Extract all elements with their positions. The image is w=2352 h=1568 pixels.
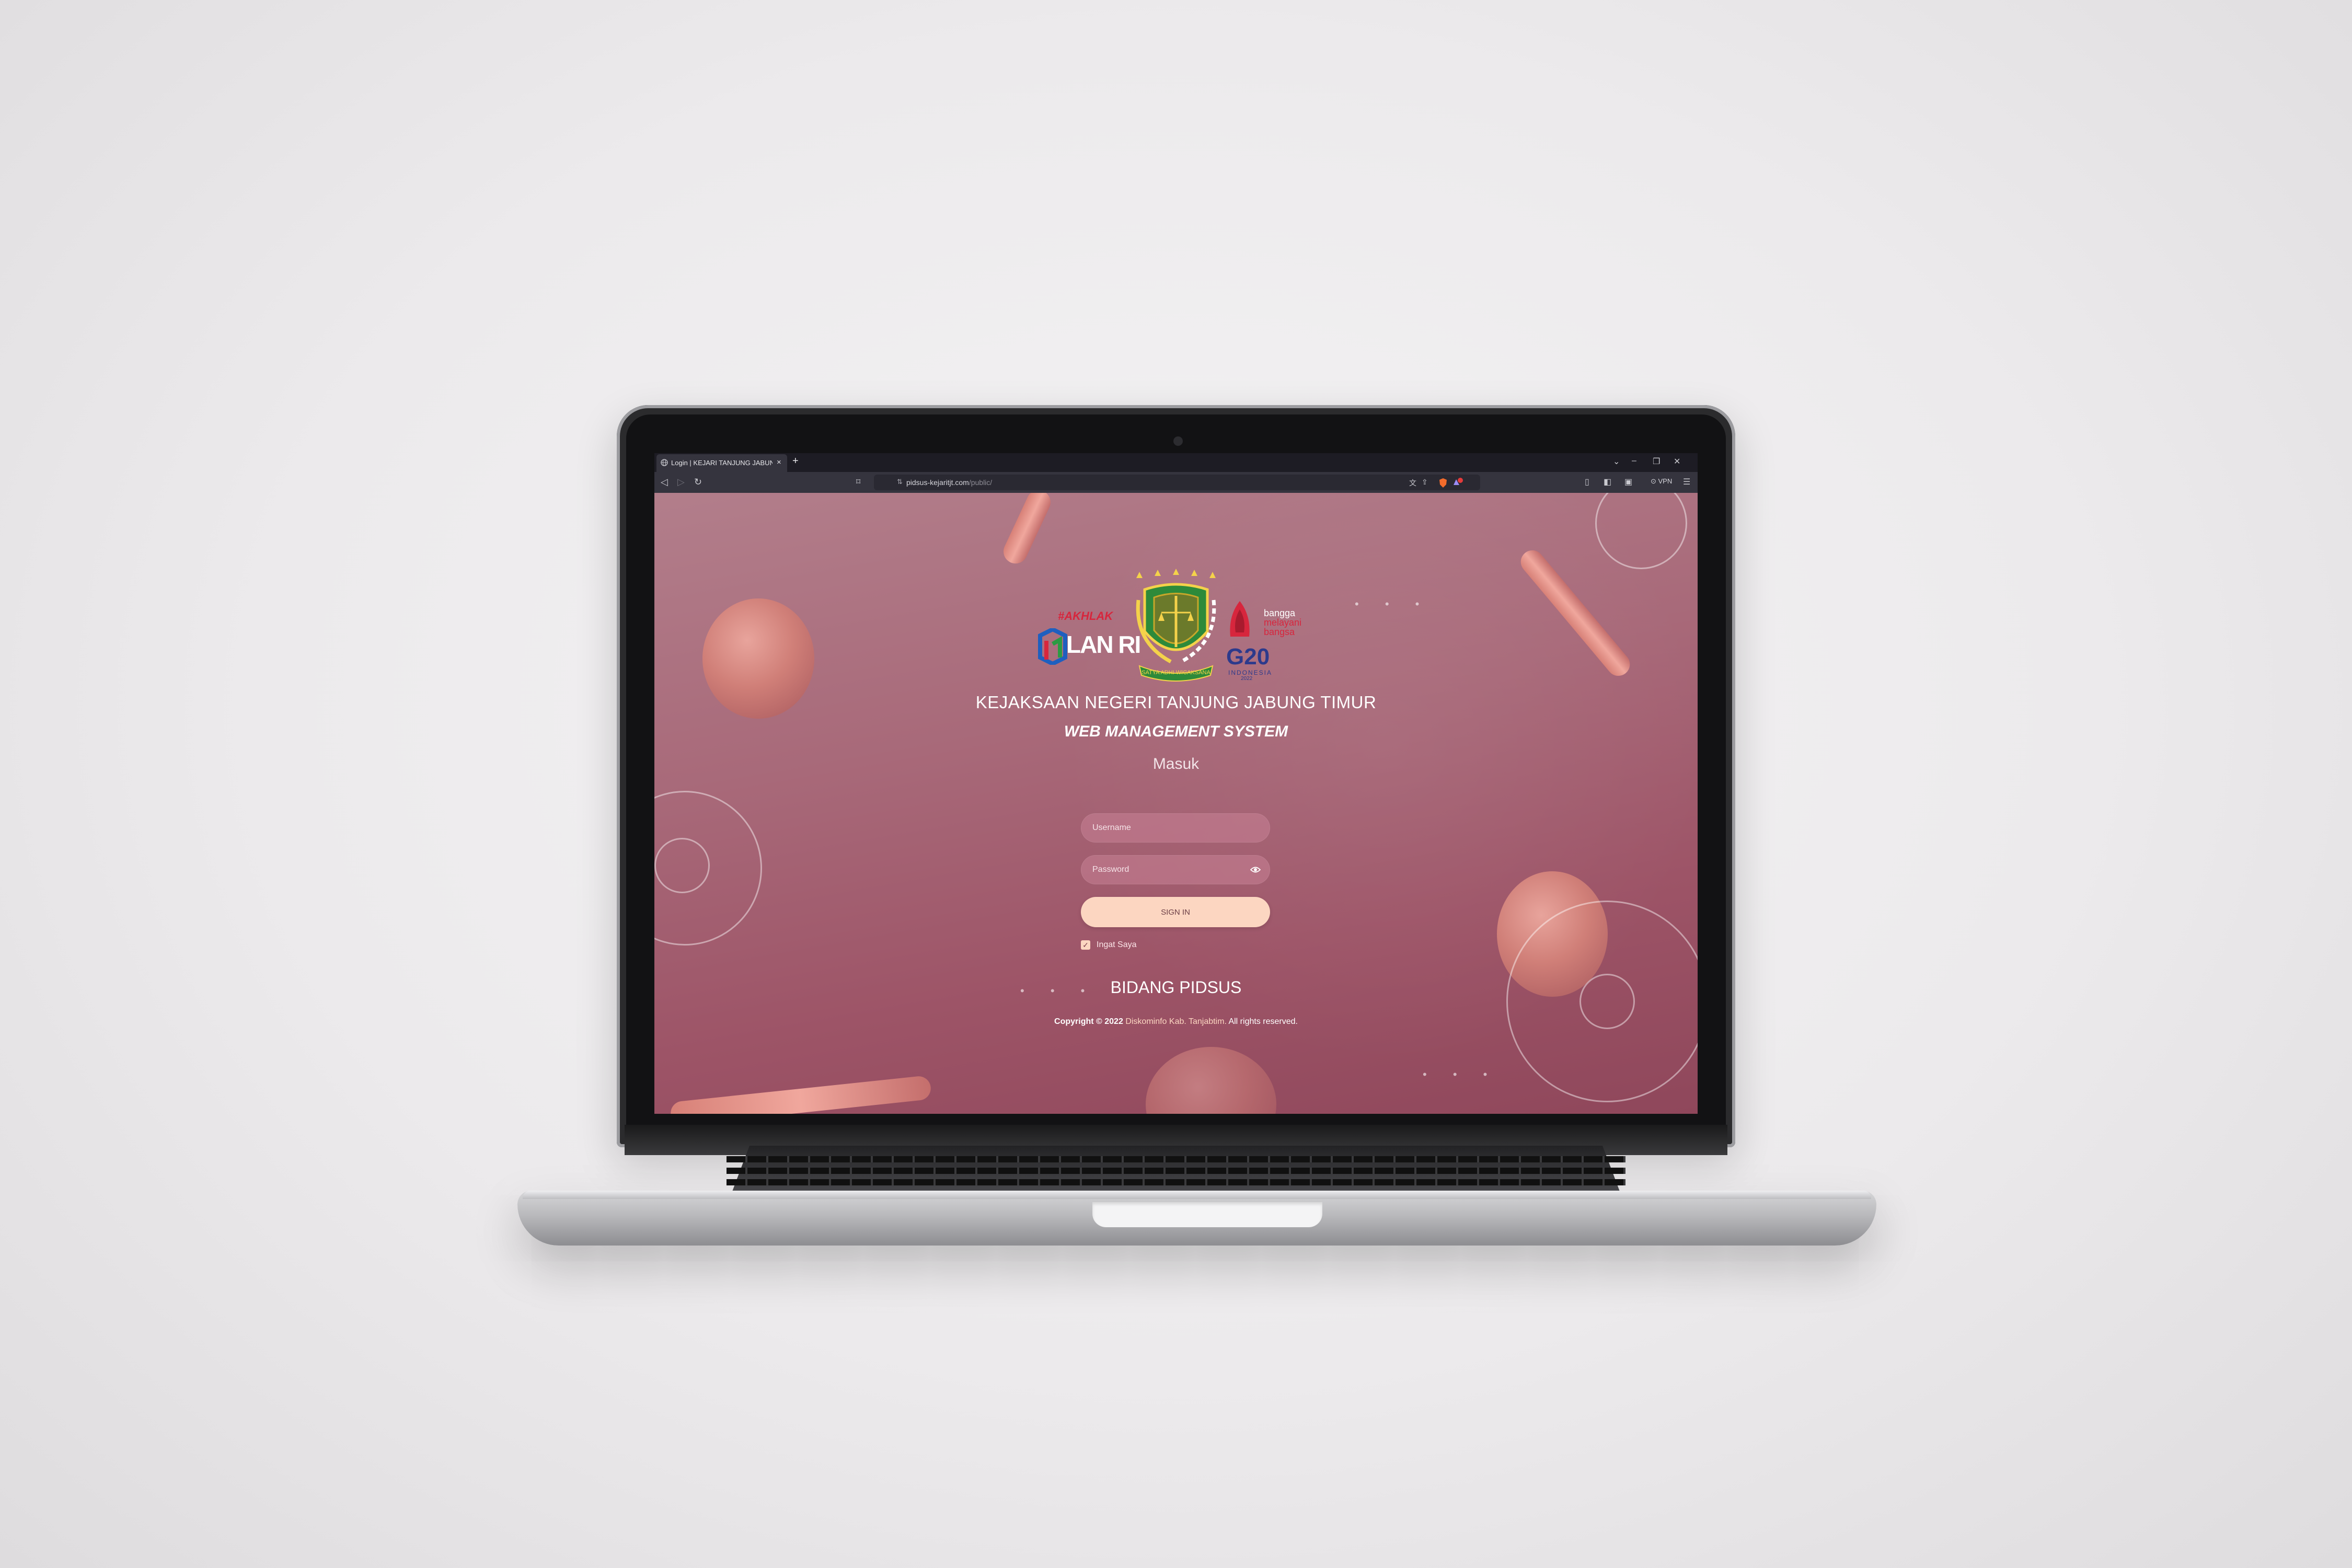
logo-row: #AKHLAK LAN RI SATYA ADHI WICAKSANA bang… xyxy=(654,569,1698,684)
copyright-text: Copyright © 2022 Diskominfo Kab. Tanjabt… xyxy=(654,1017,1698,1027)
url-text: pidsus-kejaritjt.com/public/ xyxy=(906,478,992,487)
g20-country: INDONESIA xyxy=(1228,669,1273,676)
minimize-icon[interactable]: – xyxy=(1632,456,1636,466)
browser-toolbar: ◁ ▷ ↻ ⌑ ⇅ pidsus-kejaritjt.com/public/ 文… xyxy=(654,472,1698,493)
decor-rod xyxy=(999,493,1055,568)
decor-rod xyxy=(669,1075,932,1114)
decor-ring xyxy=(654,838,710,893)
laptop-screen: Login | KEJARI TANJUNG JABUNG × + ⌄ – ❐ … xyxy=(654,453,1698,1114)
browser-tab[interactable]: Login | KEJARI TANJUNG JABUNG × xyxy=(656,454,787,472)
sign-in-button[interactable]: SIGN IN xyxy=(1081,897,1270,927)
password-input[interactable] xyxy=(1081,855,1270,884)
translate-icon[interactable]: 文 xyxy=(1409,478,1416,488)
copyright-suffix: All rights reserved. xyxy=(1228,1017,1298,1026)
back-icon[interactable]: ◁ xyxy=(661,477,668,488)
copyright-prefix: Copyright © 2022 xyxy=(1054,1017,1123,1026)
keyboard-row xyxy=(727,1156,1625,1162)
tagline-line1: bangga xyxy=(1264,608,1296,618)
keyboard-row xyxy=(727,1179,1625,1185)
browser-tab-bar: Login | KEJARI TANJUNG JABUNG × + ⌄ – ❐ … xyxy=(654,453,1698,472)
tab-title: Login | KEJARI TANJUNG JABUNG xyxy=(671,459,773,467)
lan-ri-logo: #AKHLAK LAN RI xyxy=(1037,609,1141,667)
gunungan-icon xyxy=(1230,601,1250,637)
forward-icon[interactable]: ▷ xyxy=(677,477,685,488)
close-window-icon[interactable]: ✕ xyxy=(1674,456,1680,467)
tagline-line2: melayani xyxy=(1264,617,1302,628)
eye-icon[interactable] xyxy=(1250,865,1261,874)
brave-shield-icon[interactable] xyxy=(1438,478,1448,488)
site-info-icon[interactable]: ⇅ xyxy=(897,478,903,486)
remember-label: Ingat Saya xyxy=(1097,940,1137,949)
institution-name: KEJAKSAAN NEGERI TANJUNG JABUNG TIMUR xyxy=(975,693,1377,712)
webcam xyxy=(1173,436,1183,446)
extensions-icon[interactable]: ▯ xyxy=(1585,477,1589,487)
lan-cube-icon xyxy=(1038,628,1067,665)
restore-icon[interactable]: ❐ xyxy=(1653,456,1660,467)
remember-checkbox[interactable]: ✓ xyxy=(1081,940,1090,950)
share-icon[interactable]: ⇪ xyxy=(1422,478,1428,487)
kejaksaan-emblem: SATYA ADHI WICAKSANA xyxy=(1136,569,1216,682)
diskominfo-link[interactable]: Diskominfo Kab. Tanjabtim. xyxy=(1125,1017,1227,1026)
menu-icon[interactable]: ☰ xyxy=(1683,477,1690,487)
bangga-tagline: bangga melayani bangsa xyxy=(1264,608,1301,637)
emblem-motto: SATYA ADHI WICAKSANA xyxy=(1142,670,1210,676)
g20-year: 2022 xyxy=(1241,676,1253,682)
address-bar[interactable]: ⌑ ⇅ pidsus-kejaritjt.com/public/ 文 ⇪ xyxy=(856,475,1480,490)
g20-logo: bangga melayani bangsa G20 INDONESIA 202… xyxy=(1225,600,1314,682)
brave-rewards-icon[interactable] xyxy=(1452,478,1463,488)
laptop-base-edge xyxy=(523,1191,1871,1199)
department-name: BIDANG PIDSUS xyxy=(1110,978,1242,997)
bookmark-icon[interactable]: ⌑ xyxy=(856,477,860,487)
new-tab-button[interactable]: + xyxy=(792,455,799,467)
login-page: • • • • • • • • • #AKHLAK LAN RI SATYA A… xyxy=(654,493,1698,1114)
akhlak-tag: #AKHLAK xyxy=(1058,609,1113,622)
keyboard-row xyxy=(727,1168,1625,1174)
vpn-button[interactable]: ⊙ VPN xyxy=(1651,477,1672,486)
tagline-line3: bangsa xyxy=(1264,627,1295,637)
decor-ring xyxy=(1595,493,1687,569)
system-name: WEB MANAGEMENT SYSTEM xyxy=(1064,723,1288,740)
wallet-icon[interactable]: ▣ xyxy=(1624,477,1632,487)
decor-sphere xyxy=(1146,1047,1276,1114)
sidebar-icon[interactable]: ◧ xyxy=(1604,477,1611,487)
lid-open-notch xyxy=(1092,1202,1322,1227)
url-path: /public/ xyxy=(969,478,993,487)
globe-icon xyxy=(661,459,668,466)
reload-icon[interactable]: ↻ xyxy=(694,477,702,488)
username-input[interactable] xyxy=(1081,813,1270,843)
password-field[interactable] xyxy=(1081,855,1270,884)
decor-dots: • • • xyxy=(1423,1068,1499,1081)
tab-close-icon[interactable]: × xyxy=(777,458,781,467)
login-title: Masuk xyxy=(1152,755,1200,773)
url-host: pidsus-kejaritjt.com xyxy=(906,478,969,487)
g20-name: G20 xyxy=(1226,644,1270,670)
tab-list-icon[interactable]: ⌄ xyxy=(1613,456,1620,467)
username-field[interactable] xyxy=(1081,813,1270,843)
vpn-label: VPN xyxy=(1658,477,1673,485)
